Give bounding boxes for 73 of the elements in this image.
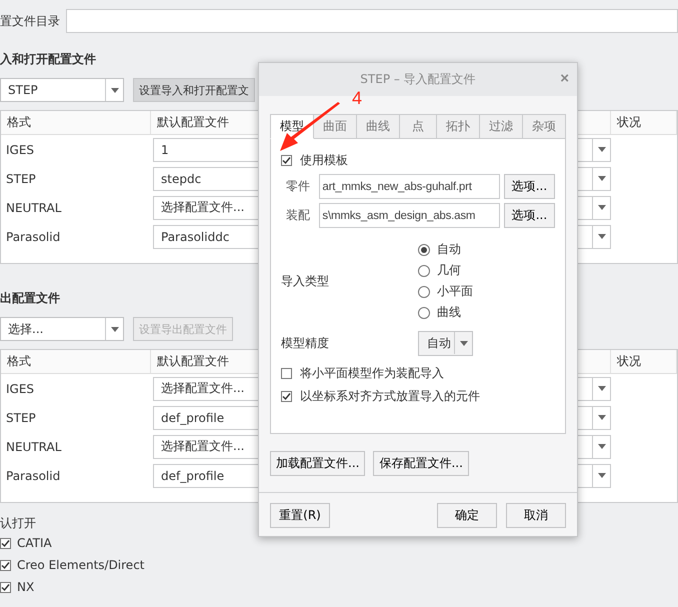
caret-icon	[598, 386, 606, 391]
tab[interactable]: 拓扑	[437, 114, 480, 139]
checkbox[interactable]	[281, 155, 292, 166]
caret-icon	[598, 444, 606, 449]
radio-button[interactable]	[418, 286, 430, 298]
format-cell-text: NEUTRAL	[5, 200, 62, 214]
checkbox-label: NX	[17, 580, 34, 594]
annotation-number: 4	[352, 88, 362, 109]
caret-icon	[110, 88, 118, 92]
checkbox-label: CATIA	[17, 536, 52, 550]
field-label: 零件	[286, 178, 311, 195]
radio-label: 小平面	[437, 283, 473, 300]
checkbox-label: 使用模板	[300, 152, 348, 169]
directory-label: 置文件目录	[0, 12, 60, 30]
tab[interactable]: 曲线	[357, 114, 400, 139]
tab[interactable]: 点	[400, 114, 437, 139]
checkbox[interactable]	[0, 560, 11, 570]
tab[interactable]: 曲面	[314, 114, 357, 139]
caret-icon	[460, 340, 468, 346]
checkbox[interactable]	[0, 582, 11, 592]
format-cell-text: IGES	[5, 142, 36, 156]
import-type-label: 导入类型	[281, 272, 330, 290]
caret-icon	[598, 205, 606, 210]
radio-button[interactable]	[418, 264, 430, 276]
cancel-button[interactable]: 取消	[506, 503, 566, 528]
caret-icon	[110, 326, 118, 332]
tab[interactable]: 过滤	[480, 114, 523, 139]
section-heading: 认打开	[0, 515, 36, 532]
column-header: 格式	[1, 350, 151, 373]
radio-label: 自动	[437, 241, 461, 258]
checkbox[interactable]	[0, 538, 11, 548]
directory-field[interactable]	[66, 9, 678, 33]
radio-label: 几何	[437, 262, 461, 279]
setup-profile-button[interactable]: 设置导入和打开配置文	[133, 78, 255, 102]
format-cell-text: Parasolid	[5, 230, 62, 244]
section-heading: 入和打开配置文件	[0, 50, 96, 68]
section-heading: 出配置文件	[0, 290, 60, 306]
profile-button[interactable]: 加载配置文件...	[270, 451, 366, 476]
precision-label: 模型精度	[281, 334, 330, 352]
precision-select[interactable]: 自动	[418, 330, 473, 356]
tab[interactable]: 杂项	[523, 114, 566, 139]
template-path-field[interactable]: s\mmks_asm_design_abs.asm	[319, 203, 500, 228]
dialog-title: STEP – 导入配置文件	[360, 71, 476, 88]
format-cell-text: STEP	[5, 410, 37, 424]
profile-button[interactable]: 保存配置文件...	[373, 451, 469, 476]
radio-button[interactable]	[418, 306, 430, 318]
checkbox-label: 以坐标系对齐方式放置导入的元件	[300, 388, 480, 405]
column-header: 状况	[611, 350, 677, 373]
caret-icon	[598, 415, 606, 420]
ok-button[interactable]: 确定	[437, 503, 497, 528]
format-cell-text: NEUTRAL	[5, 440, 62, 454]
checkbox[interactable]	[281, 391, 292, 402]
caret-icon	[598, 176, 606, 181]
format-cell-text: IGES	[5, 382, 36, 396]
tab[interactable]: 模型	[270, 114, 314, 139]
caret-icon	[598, 234, 606, 239]
format-cell-text: STEP	[5, 172, 37, 186]
column-header: 格式	[1, 111, 151, 134]
options-button[interactable]: 选项...	[504, 174, 555, 199]
caret-icon	[598, 147, 606, 152]
format-select[interactable]: 选择...	[0, 317, 124, 341]
caret-icon	[598, 473, 606, 478]
format-select[interactable]: STEP	[0, 78, 124, 102]
checkbox[interactable]	[281, 368, 292, 379]
radio-label: 曲线	[437, 304, 461, 321]
format-cell-text: Parasolid	[5, 468, 62, 482]
reset-button[interactable]: 重置(R)	[270, 503, 330, 528]
checkbox-label: Creo Elements/Direct	[17, 558, 144, 572]
field-label: 装配	[286, 207, 311, 224]
options-button[interactable]: 选项...	[504, 203, 555, 228]
radio-button[interactable]	[418, 244, 430, 256]
column-header: 状况	[611, 111, 677, 134]
template-path-field[interactable]: art_mmks_new_abs-guhalf.prt	[319, 174, 500, 199]
